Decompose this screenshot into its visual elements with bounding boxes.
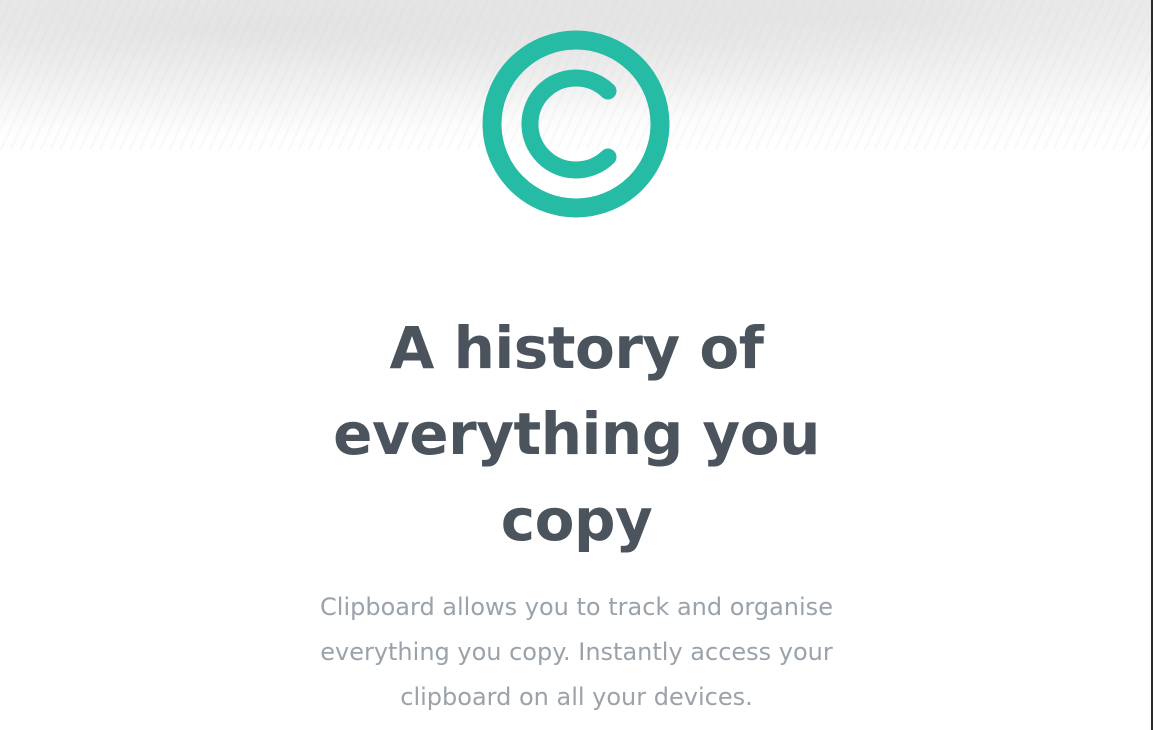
copyright-c-icon (482, 30, 670, 218)
hero-description: Clipboard allows you to track and organi… (320, 593, 833, 711)
hero-section: A history of everything you copy Clipboa… (0, 305, 1151, 720)
hero-headline: A history of everything you copy (333, 314, 820, 554)
landing-page: A history of everything you copy Clipboa… (0, 0, 1153, 730)
